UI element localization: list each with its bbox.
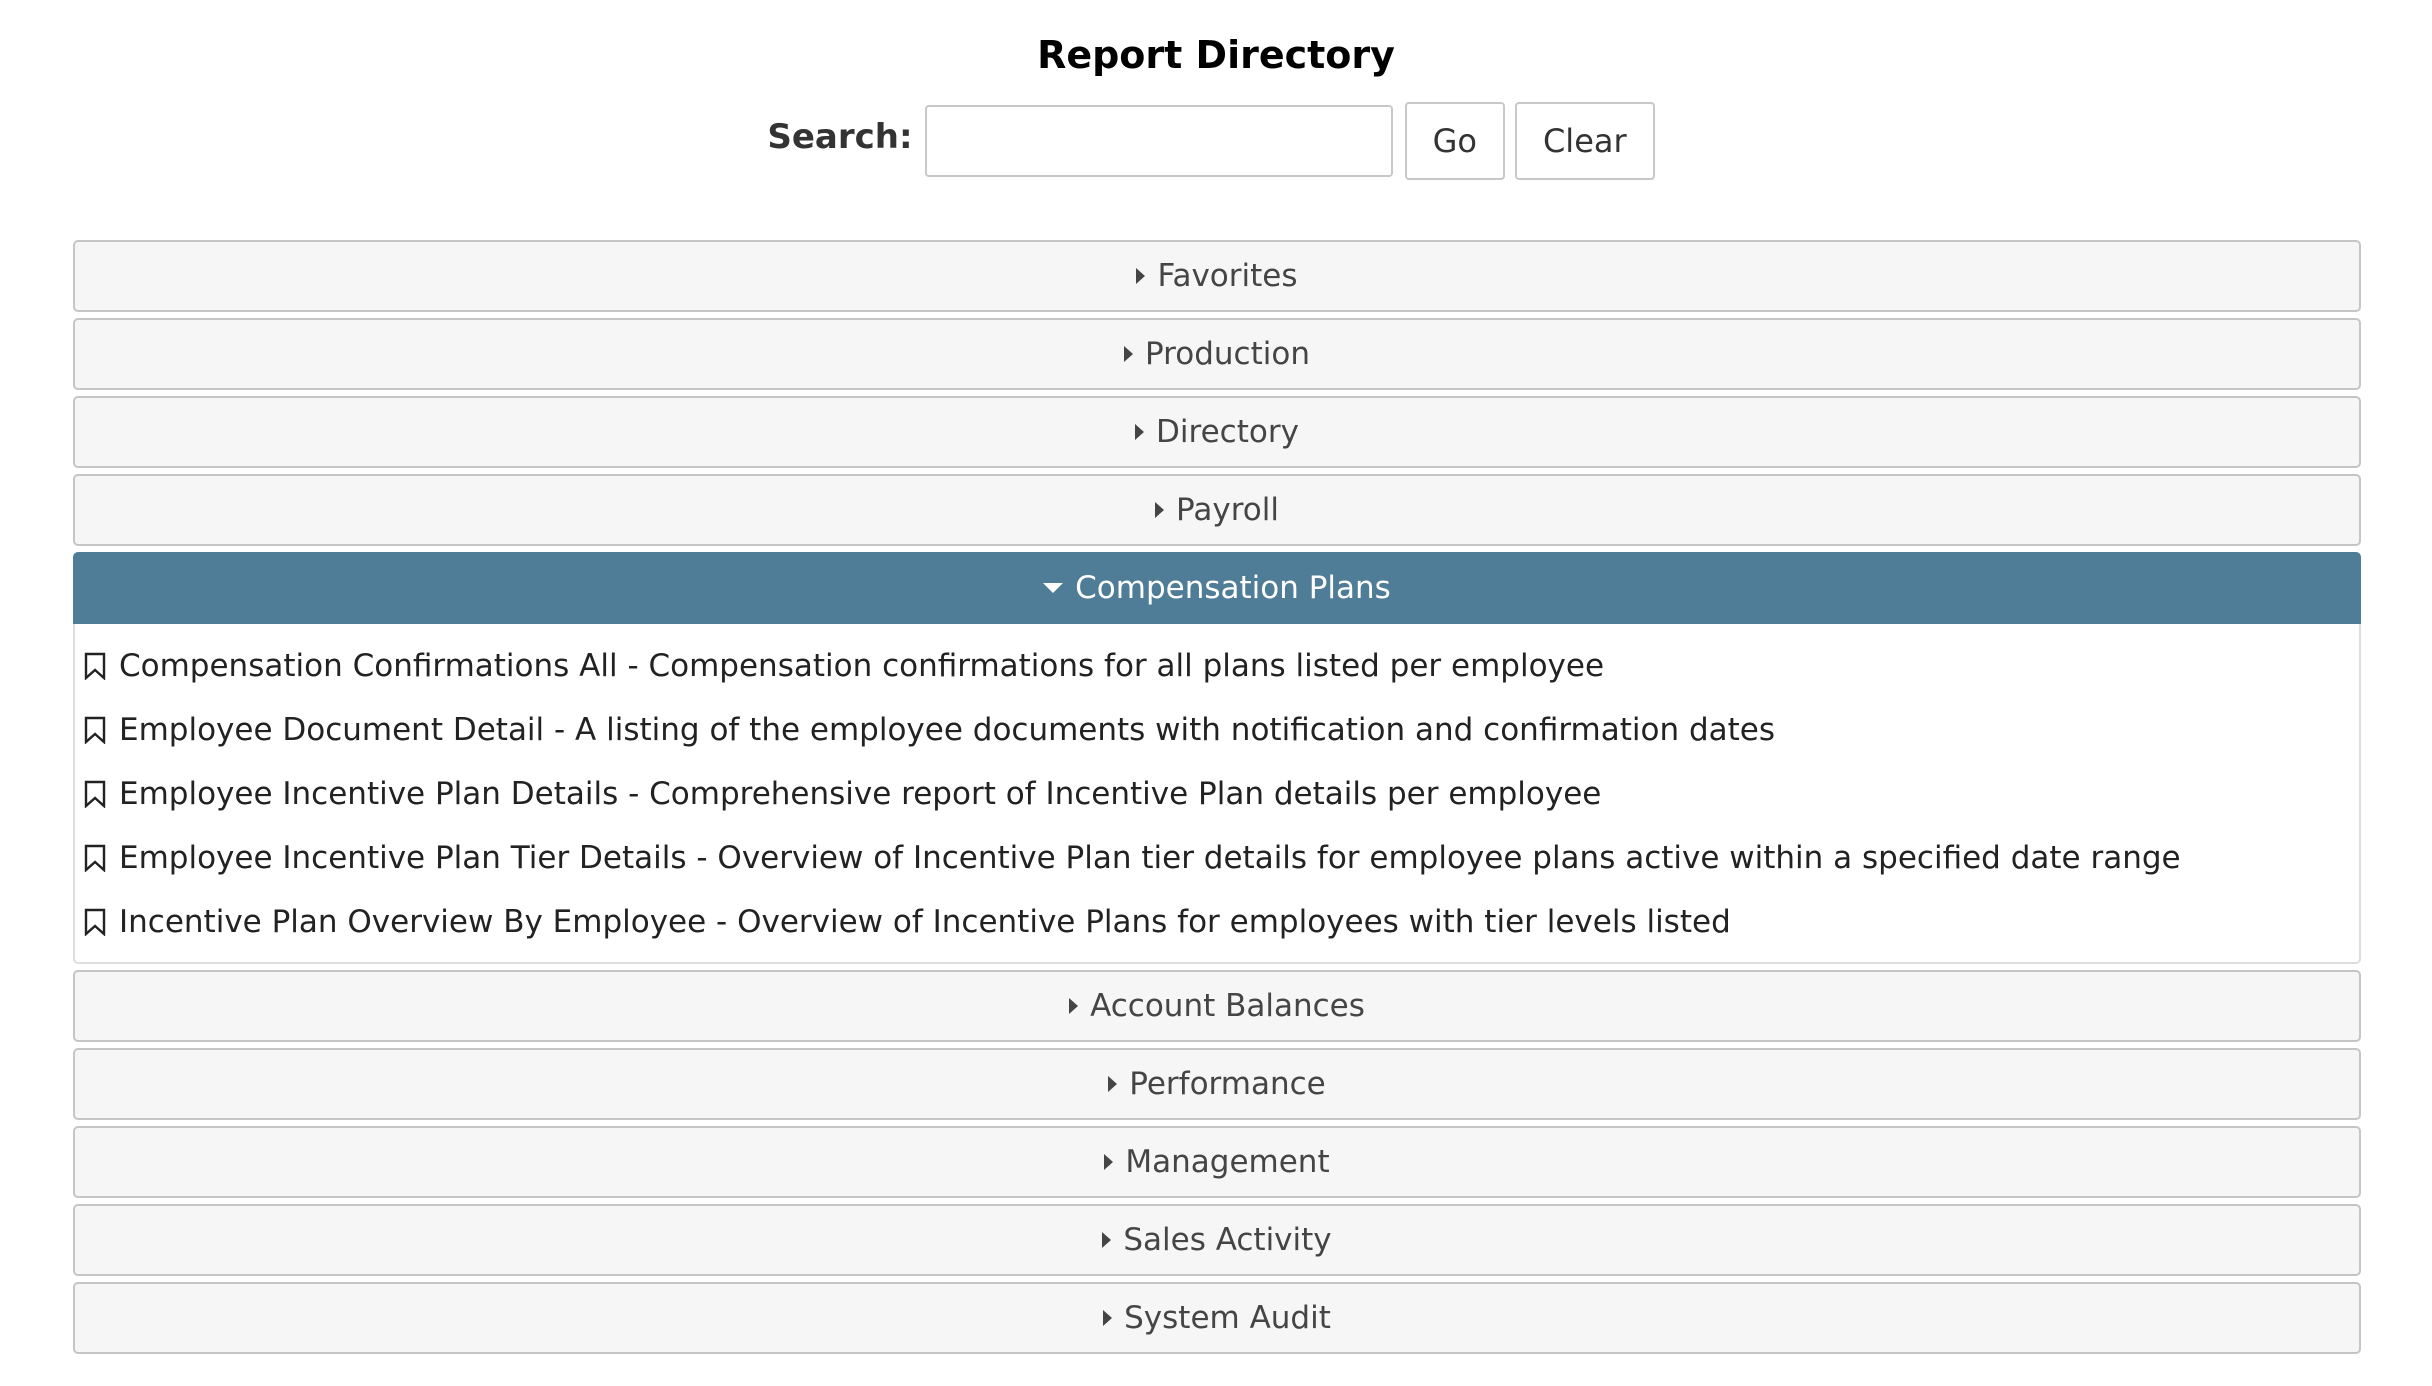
list-item: Compensation Confirmations All - Compens… [75,634,2359,698]
list-item: Employee Incentive Plan Tier Details - O… [75,826,2359,890]
bookmark-icon[interactable] [83,716,107,744]
section-label: Production [1145,336,1310,372]
caret-down-icon [1043,583,1064,593]
section-header-system-audit[interactable]: System Audit [73,1282,2361,1354]
bookmark-icon[interactable] [83,844,107,872]
search-label: Search: [767,117,913,157]
section-label: Sales Activity [1123,1222,1332,1258]
caret-right-icon [1069,998,1079,1014]
caret-right-icon [1103,1310,1113,1326]
bookmark-icon[interactable] [83,652,107,680]
caret-right-icon [1124,346,1134,362]
section-label: Account Balances [1090,988,1365,1024]
section-header-payroll[interactable]: Payroll [73,474,2361,546]
section-header-production[interactable]: Production [73,318,2361,390]
section-label: Performance [1129,1066,1326,1102]
list-item: Employee Incentive Plan Details - Compre… [75,762,2359,826]
search-input[interactable] [924,105,1393,177]
page-title: Report Directory [1037,33,1395,77]
list-item: Employee Document Detail - A listing of … [75,698,2359,762]
section-label: Favorites [1157,258,1298,294]
bookmark-icon[interactable] [83,908,107,936]
clear-button[interactable]: Clear [1514,102,1655,180]
section-header-sales-activity[interactable]: Sales Activity [73,1204,2361,1276]
section-label: Directory [1156,414,1299,450]
caret-right-icon [1135,424,1145,440]
bookmark-icon[interactable] [83,780,107,808]
section-label: System Audit [1124,1300,1331,1336]
report-link[interactable]: Employee Document Detail - A listing of … [119,712,1775,748]
report-link[interactable]: Employee Incentive Plan Details - Compre… [119,776,1601,812]
report-link[interactable]: Compensation Confirmations All - Compens… [119,648,1604,684]
report-link[interactable]: Employee Incentive Plan Tier Details - O… [119,840,2181,876]
section-header-account-balances[interactable]: Account Balances [73,970,2361,1042]
caret-right-icon [1136,268,1146,284]
caret-right-icon [1155,502,1165,518]
go-button[interactable]: Go [1404,102,1505,180]
report-link[interactable]: Incentive Plan Overview By Employee - Ov… [119,904,1731,940]
section-label: Compensation Plans [1075,570,1391,606]
section-header-management[interactable]: Management [73,1126,2361,1198]
caret-right-icon [1104,1154,1114,1170]
section-label: Management [1125,1144,1330,1180]
section-header-compensation-plans[interactable]: Compensation Plans [73,552,2361,624]
report-accordion: Favorites Production Directory Payroll C… [73,240,2361,1360]
section-header-directory[interactable]: Directory [73,396,2361,468]
caret-right-icon [1102,1232,1112,1248]
section-label: Payroll [1176,492,1279,528]
list-item: Incentive Plan Overview By Employee - Ov… [75,890,2359,954]
section-panel-compensation-plans: Compensation Confirmations All - Compens… [73,624,2361,964]
caret-right-icon [1108,1076,1118,1092]
search-bar: Search: Go Clear [0,102,2432,180]
section-header-favorites[interactable]: Favorites [73,240,2361,312]
section-header-performance[interactable]: Performance [73,1048,2361,1120]
